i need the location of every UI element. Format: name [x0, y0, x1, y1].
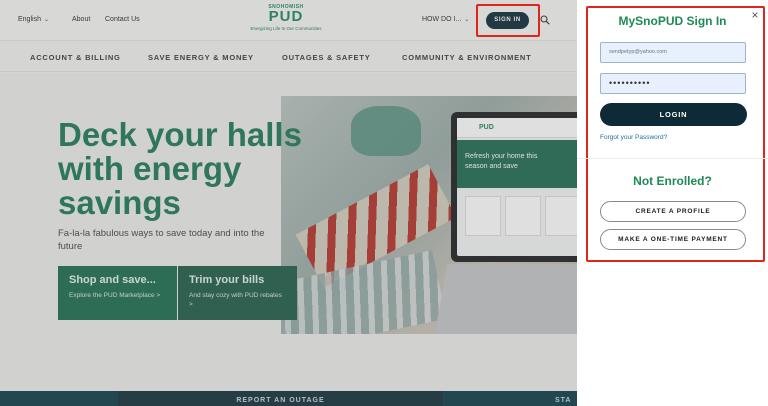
panel-divider — [577, 158, 768, 159]
password-value: •••••••••• — [609, 78, 651, 88]
not-enrolled-heading: Not Enrolled? — [633, 174, 712, 188]
sign-in-highlight-box — [476, 4, 540, 37]
password-field[interactable]: •••••••••• — [600, 73, 746, 94]
login-button[interactable]: LOGIN — [600, 103, 747, 126]
one-time-payment-button[interactable]: MAKE A ONE-TIME PAYMENT — [600, 229, 746, 250]
modal-overlay[interactable] — [0, 0, 577, 406]
create-profile-button[interactable]: CREATE A PROFILE — [600, 201, 746, 222]
signin-panel-title: MySnoPUD Sign In — [618, 14, 727, 28]
email-value: sendpetyp@yahoo.com — [609, 49, 667, 55]
email-field[interactable]: sendpetyp@yahoo.com — [600, 42, 746, 63]
forgot-password-link[interactable]: Forgot your Password? — [600, 134, 667, 141]
